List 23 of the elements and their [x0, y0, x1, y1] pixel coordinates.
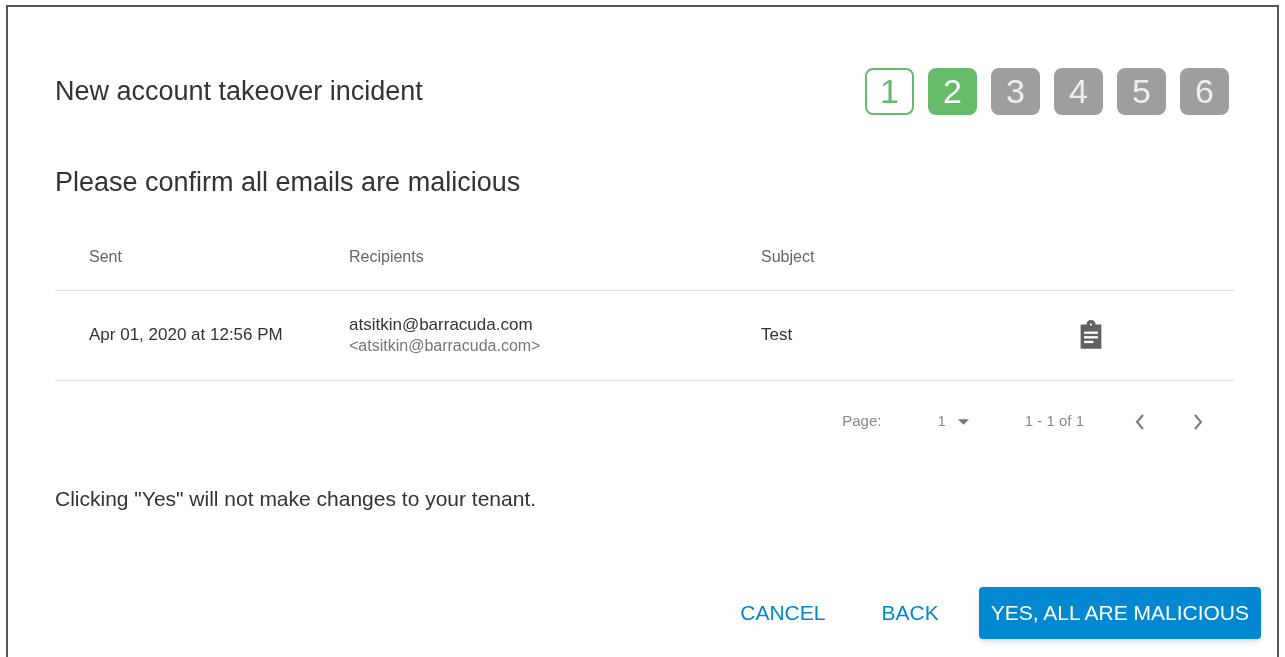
table-cell: Test — [761, 325, 793, 345]
page-select[interactable]: 1 — [937, 410, 969, 433]
column-header: Recipients — [349, 248, 424, 265]
column-header: Subject — [761, 248, 815, 265]
section-heading: Please confirm all emails are malicious — [55, 166, 522, 199]
chevron-right-icon[interactable] — [1192, 412, 1204, 431]
step-indicator: 6 — [1180, 68, 1229, 115]
column-header: Sent — [89, 248, 122, 265]
page-range: 1 - 1 of 1 — [1024, 411, 1084, 432]
info-note: Clicking "Yes" will not make changes to your tenant. — [55, 485, 538, 512]
step-indicator: 1 — [865, 68, 914, 115]
recipient-name: atsitkin@barracuda.com — [349, 314, 534, 336]
step-indicator: 3 — [991, 68, 1040, 115]
step-indicator: 4 — [1054, 68, 1103, 115]
step-indicator: 2 — [928, 68, 977, 115]
page-label: Page: — [842, 411, 882, 432]
chevron-left-icon[interactable] — [1134, 412, 1146, 431]
caret-icon — [957, 418, 969, 425]
recipient-address: <atsitkin@barracuda.com> — [349, 335, 542, 356]
table-cell: Apr 01, 2020 at 12:56 PM — [89, 325, 283, 345]
confirm-button[interactable]: YES, ALL ARE MALICIOUS — [978, 587, 1261, 639]
step-indicator: 5 — [1117, 68, 1166, 115]
dialog-title: New account takeover incident — [55, 75, 423, 109]
